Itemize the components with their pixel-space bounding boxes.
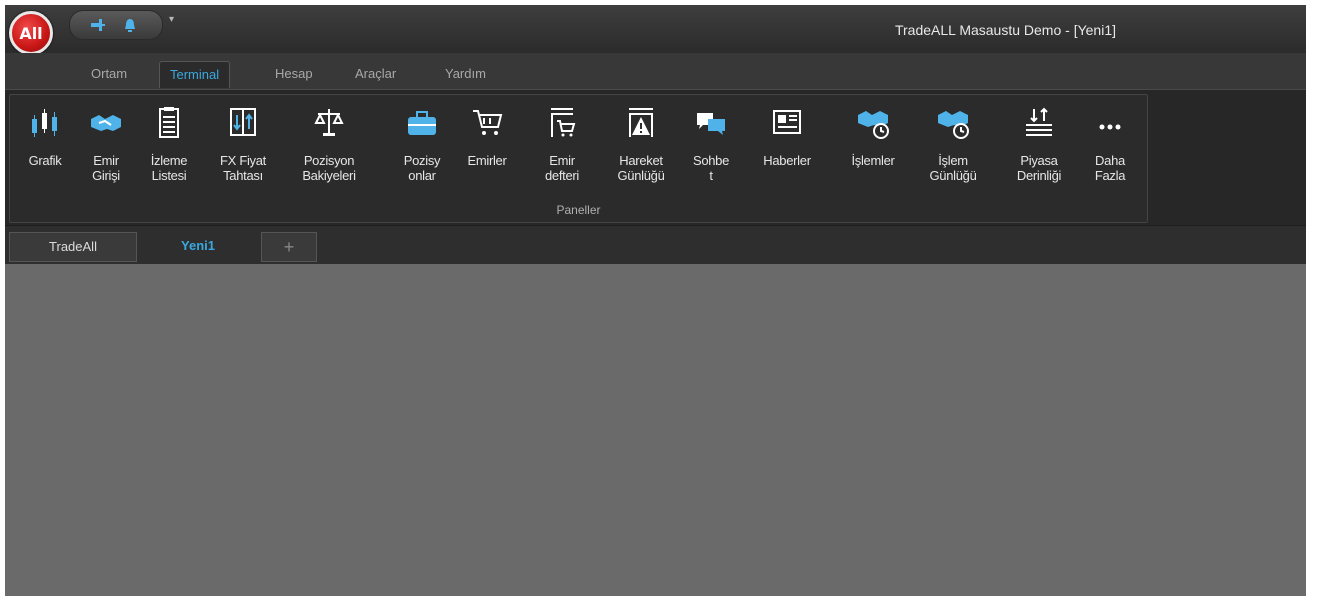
islemler-label: İşlemler xyxy=(851,153,895,168)
piyasa-derinligi-label: Piyasa Derinliği xyxy=(1016,153,1062,183)
tab-araclar[interactable]: Araçlar xyxy=(345,61,406,87)
emirler-button[interactable]: Emirler xyxy=(458,95,516,203)
more-icon xyxy=(1099,124,1121,130)
izleme-listesi-button[interactable]: İzleme Listesi xyxy=(142,95,196,203)
doc-tab-tradeall[interactable]: TradeAll xyxy=(9,232,137,262)
emir-defteri-button[interactable]: Emir defteri xyxy=(536,95,588,203)
tab-ortam[interactable]: Ortam xyxy=(81,61,137,87)
document-tab-bar: TradeAll Yeni1 + xyxy=(5,225,1306,264)
title-bar: All ▾ TradeALL Masaustu Demo - [Yeni1] xyxy=(5,5,1306,55)
handshake-clock-icon xyxy=(938,111,969,139)
quick-access-dropdown[interactable]: ▾ xyxy=(169,14,174,25)
briefcase-icon xyxy=(408,111,436,135)
grafik-button[interactable]: Grafik xyxy=(20,95,70,203)
tab-hesap[interactable]: Hesap xyxy=(265,61,323,87)
emir-defteri-label: Emir defteri xyxy=(544,153,580,183)
pozisyonlar-label: Pozisy onlar xyxy=(403,153,441,183)
ribbon-panel: Grafik Emir Girişi İzleme Listesi FX Fiy… xyxy=(5,89,1306,226)
sohbet-label: Sohbe t xyxy=(692,153,730,183)
daha-fazla-button[interactable]: Daha Fazla xyxy=(1084,95,1136,203)
ribbon-group-paneller: Grafik Emir Girişi İzleme Listesi FX Fiy… xyxy=(9,94,1148,223)
add-tab-button[interactable]: + xyxy=(261,232,317,262)
market-depth-icon xyxy=(1026,107,1052,136)
clipboard-list-icon xyxy=(159,107,179,138)
warning-log-icon xyxy=(629,108,653,137)
workspace-area[interactable] xyxy=(5,264,1306,596)
islemler-button[interactable]: İşlemler xyxy=(836,95,910,203)
handshake-clock-icon xyxy=(858,111,889,139)
islem-gunlugu-button[interactable]: İşlem Günlüğü xyxy=(920,95,986,203)
hareket-gunlugu-button[interactable]: Hareket Günlüğü xyxy=(606,95,676,203)
bell-icon[interactable] xyxy=(122,17,138,33)
hareket-gunlugu-label: Hareket Günlüğü xyxy=(617,153,665,183)
window-title: TradeALL Masaustu Demo - [Yeni1] xyxy=(894,22,1116,38)
ribbon-tab-bar: Ortam Terminal Hesap Araçlar Yardım xyxy=(5,53,1306,89)
emirler-label: Emirler xyxy=(467,153,507,168)
emir-girisi-button[interactable]: Emir Girişi xyxy=(80,95,132,203)
cart-icon xyxy=(473,110,503,135)
chat-icon xyxy=(697,113,725,135)
tab-yardim[interactable]: Yardım xyxy=(435,61,496,87)
fx-fiyat-tahtasi-button[interactable]: FX Fiyat Tahtası xyxy=(210,95,276,203)
haberler-button[interactable]: Haberler xyxy=(754,95,820,203)
app-logo-button[interactable]: All xyxy=(9,11,53,55)
app-logo-text: All xyxy=(19,23,43,43)
ribbon-group-label: Paneller xyxy=(556,203,601,217)
doc-tab-yeni1[interactable]: Yeni1 xyxy=(137,232,259,260)
balance-scale-icon xyxy=(314,109,344,136)
fx-fiyat-tahtasi-label: FX Fiyat Tahtası xyxy=(220,153,266,183)
candlestick-chart-icon xyxy=(32,109,57,137)
emir-girisi-label: Emir Girişi xyxy=(92,153,120,183)
islem-gunlugu-label: İşlem Günlüğü xyxy=(929,153,977,183)
newspaper-icon xyxy=(773,110,801,134)
sohbet-button[interactable]: Sohbe t xyxy=(688,95,734,203)
grafik-label: Grafik xyxy=(28,153,62,168)
pin-icon[interactable] xyxy=(90,17,106,33)
daha-fazla-label: Daha Fazla xyxy=(1094,153,1126,183)
price-board-icon xyxy=(230,108,256,136)
pozisyonlar-button[interactable]: Pozisy onlar xyxy=(396,95,448,203)
pozisyon-bakiyeleri-label: Pozisyon Bakiyeleri xyxy=(302,153,356,183)
app-window: All ▾ TradeALL Masaustu Demo - [Yeni1] O… xyxy=(5,5,1306,596)
handshake-icon xyxy=(91,115,121,131)
quick-access-toolbar xyxy=(69,10,163,40)
order-book-icon xyxy=(551,108,576,137)
izleme-listesi-label: İzleme Listesi xyxy=(150,153,188,183)
haberler-label: Haberler xyxy=(763,153,811,168)
piyasa-derinligi-button[interactable]: Piyasa Derinliği xyxy=(1004,95,1074,203)
pozisyon-bakiyeleri-button[interactable]: Pozisyon Bakiyeleri xyxy=(286,95,372,203)
tab-terminal[interactable]: Terminal xyxy=(159,61,231,88)
